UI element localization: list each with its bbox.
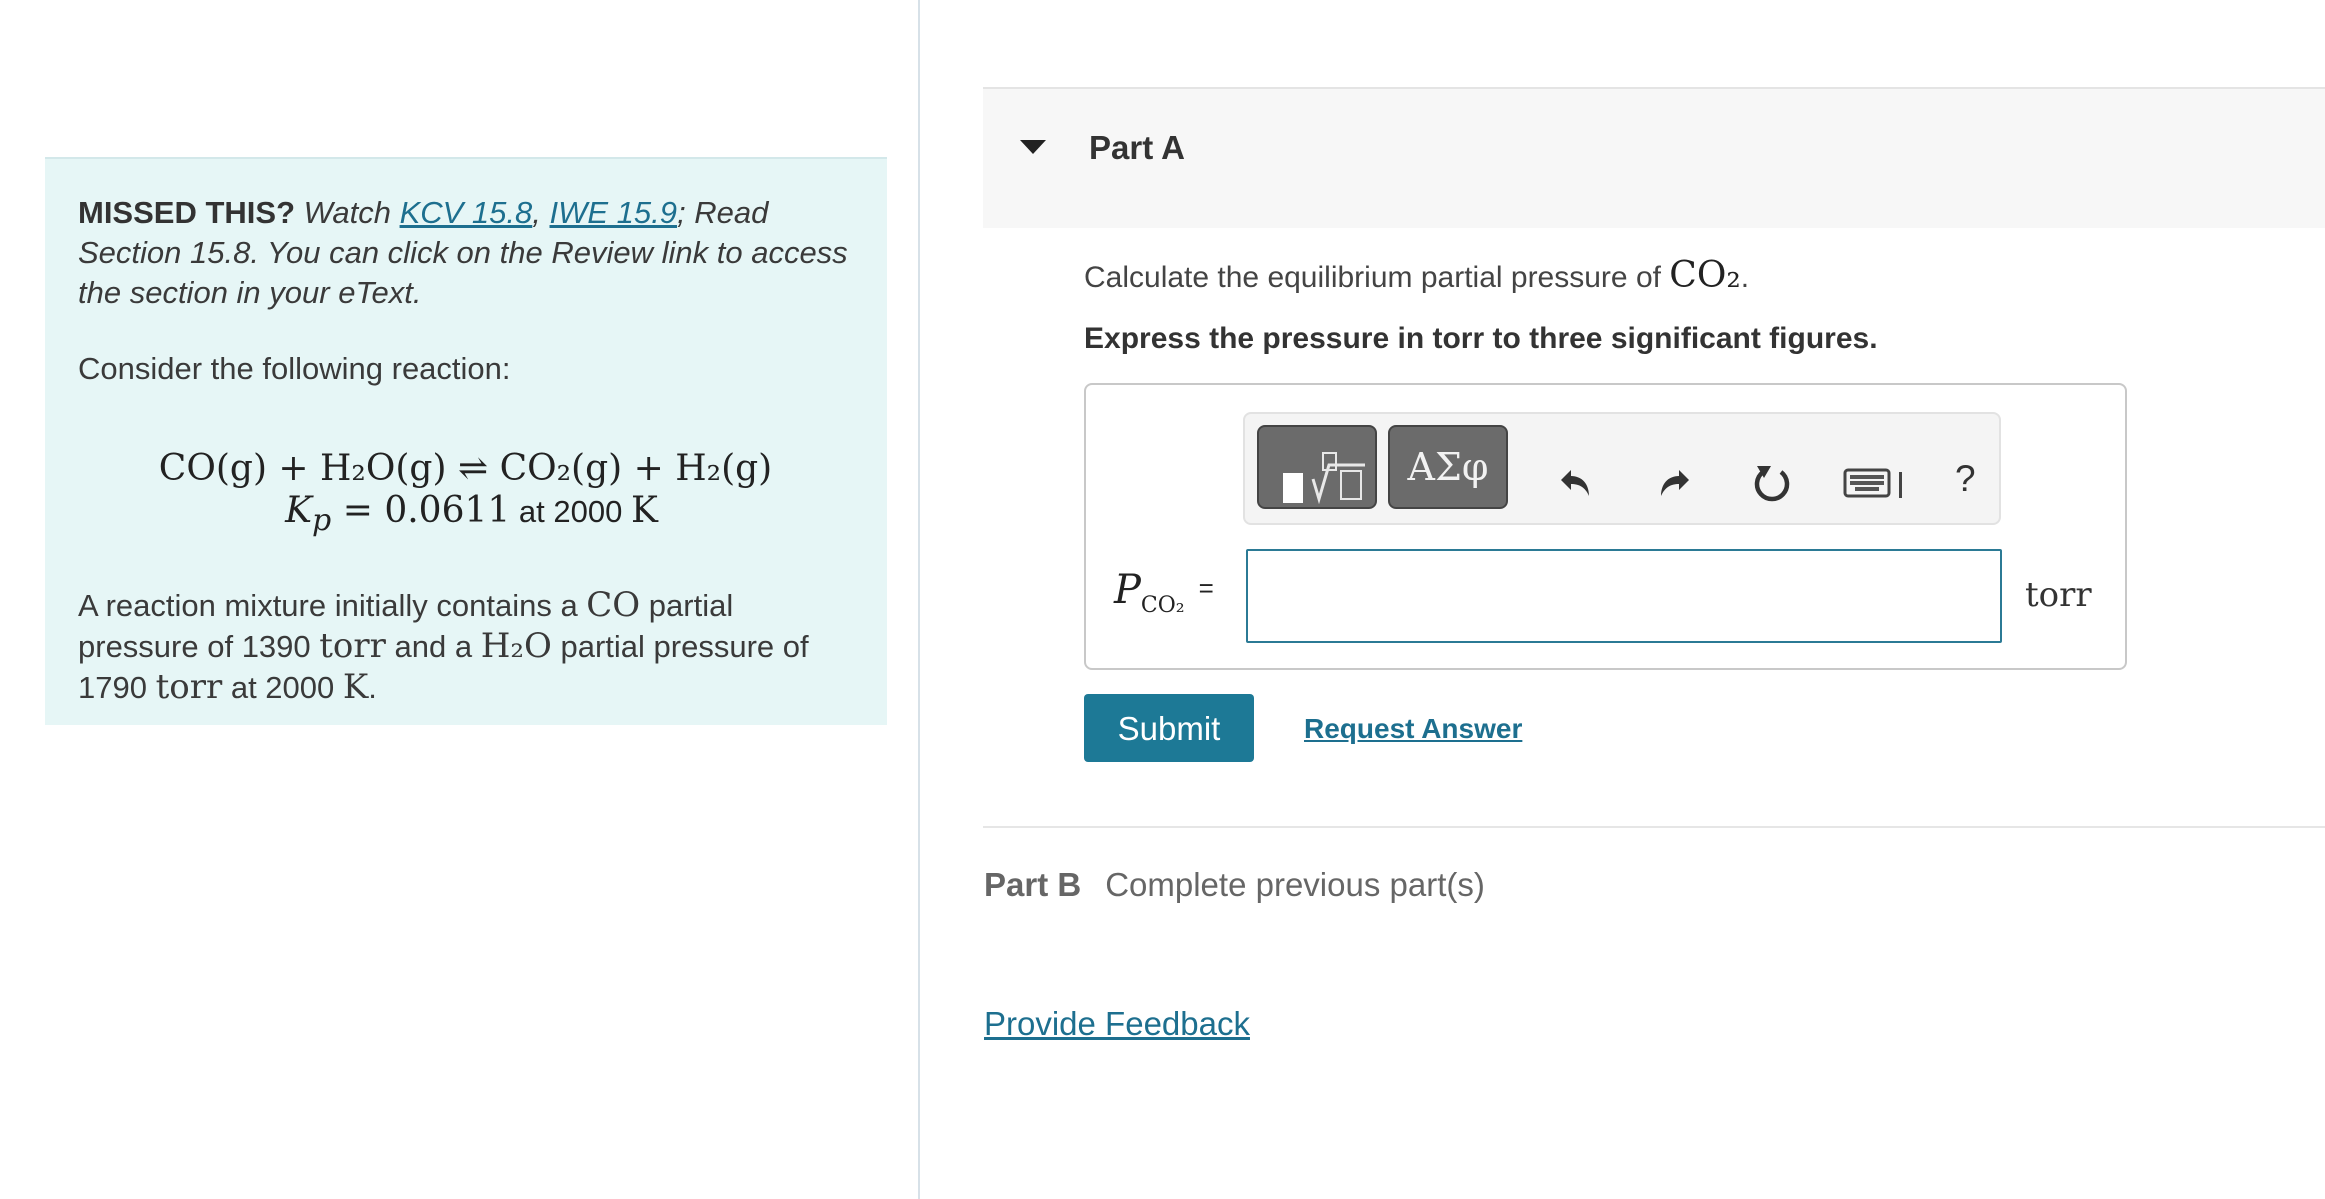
- co-formula: CO: [586, 585, 641, 626]
- kp-symbol: K: [285, 490, 313, 531]
- kelvin-unit: K: [342, 667, 369, 708]
- question-text-part: Calculate the equilibrium partial pressu…: [1084, 261, 1670, 294]
- kp-at-text: at 2000: [510, 494, 631, 529]
- part-separator: [983, 826, 2325, 828]
- kcv-link[interactable]: KCV 15.8: [400, 195, 533, 230]
- equation-kp-line: Kp = 0.0611 at 2000 K: [78, 489, 853, 543]
- answer-input[interactable]: [1246, 549, 2002, 643]
- part-b-row: Part B Complete previous part(s): [984, 866, 1485, 904]
- missed-this-label: MISSED THIS?: [78, 195, 296, 230]
- part-b-title: Part B: [984, 866, 1082, 903]
- torr-unit: torr: [155, 667, 223, 708]
- part-b-status: Complete previous part(s): [1105, 866, 1485, 903]
- link-comma: ,: [532, 195, 541, 230]
- equation-reaction-line: CO(g) + H₂O(g) ⇌ CO₂(g) + H₂(g): [158, 448, 773, 489]
- consider-text: Consider the following reaction:: [78, 351, 511, 386]
- help-button[interactable]: ?: [1955, 458, 1976, 500]
- instruction-text: Express the pressure in torr to three si…: [1084, 322, 1878, 355]
- kp-value: = 0.0611: [331, 490, 511, 531]
- kp-temp-unit: K: [630, 490, 658, 531]
- mixture-text-part: A reaction mixture initially contains a: [78, 588, 587, 624]
- watch-text: Watch: [303, 195, 391, 230]
- part-a-header[interactable]: Part A: [983, 87, 2325, 228]
- answer-box: ΑΣφ ? PCO₂ = torr: [1084, 383, 2127, 670]
- part-a-title: Part A: [1089, 129, 1185, 166]
- variable-label: PCO₂ =: [1114, 567, 1214, 618]
- h2o-formula: H₂O: [480, 626, 552, 667]
- question-text: Calculate the equilibrium partial pressu…: [1084, 255, 1749, 296]
- math-toolbar: ΑΣφ ?: [1243, 412, 2001, 525]
- redo-icon[interactable]: [1653, 462, 1693, 502]
- mixture-text-part: at 2000: [222, 670, 343, 706]
- mixture-text-part: and a: [385, 629, 481, 665]
- symbols-button[interactable]: ΑΣφ: [1388, 425, 1508, 509]
- variable-subscript: CO₂: [1140, 593, 1185, 618]
- equals-sign: =: [1198, 573, 1214, 603]
- template-root-icon: [1283, 452, 1365, 505]
- mixture-text-part: .: [368, 670, 377, 706]
- iwe-link[interactable]: IWE 15.9: [550, 195, 678, 230]
- torr-unit: torr: [319, 626, 386, 667]
- undo-icon[interactable]: [1557, 462, 1597, 502]
- kp-subscript: p: [312, 503, 332, 539]
- reset-icon[interactable]: [1751, 462, 1793, 504]
- reaction-equation: CO(g) + H₂O(g) ⇌ CO₂(g) + H₂(g) Kp = 0.0…: [78, 447, 853, 543]
- missed-this-note: MISSED THIS? Watch KCV 15.8, IWE 15.9; R…: [78, 193, 853, 313]
- provide-feedback-link[interactable]: Provide Feedback: [984, 1005, 1250, 1043]
- mixture-text: A reaction mixture initially contains a …: [78, 585, 853, 708]
- co2-formula: CO₂: [1669, 255, 1741, 296]
- panel-divider: [918, 0, 920, 1199]
- question-text-part: .: [1740, 261, 1750, 294]
- keyboard-icon[interactable]: [1843, 468, 1907, 500]
- request-answer-link[interactable]: Request Answer: [1304, 713, 1522, 745]
- caret-down-icon[interactable]: [1018, 138, 1048, 156]
- variable-symbol: P: [1114, 567, 1141, 613]
- unit-label: torr: [2025, 575, 2092, 615]
- templates-button[interactable]: [1257, 425, 1377, 509]
- submit-button[interactable]: Submit: [1084, 694, 1254, 762]
- problem-intro-panel: MISSED THIS? Watch KCV 15.8, IWE 15.9; R…: [45, 157, 887, 725]
